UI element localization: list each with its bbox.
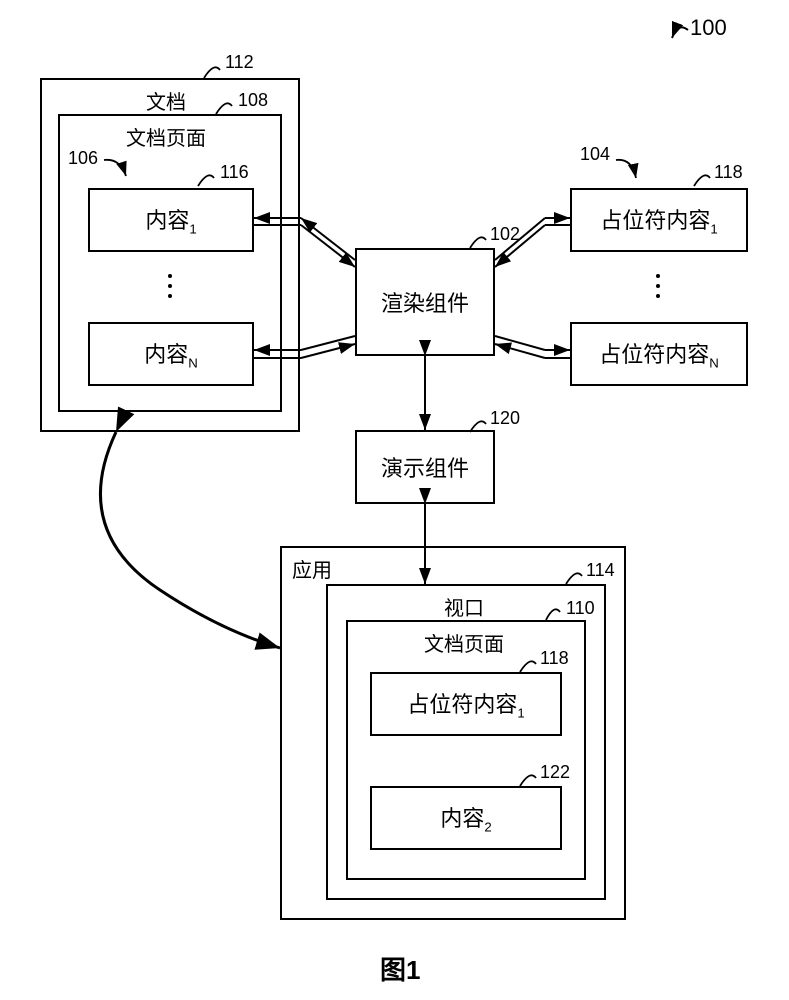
ref-116: 116 [220, 162, 249, 183]
view-placeholder-box: 占位符内容1 [370, 672, 562, 736]
vdots-placeholder [656, 274, 660, 298]
ref-110: 110 [566, 598, 595, 619]
ref-122: 122 [540, 762, 570, 783]
document-page-view-label: 文档页面 [424, 628, 504, 657]
placeholder-1-box: 占位符内容1 [570, 188, 748, 252]
content-1-box: 内容1 [88, 188, 254, 252]
placeholder-n-label: 占位符内容N [599, 337, 719, 370]
document-page-top-label: 文档页面 [126, 122, 206, 151]
ref-106: 106 [68, 148, 98, 169]
figure-ref-100: 100 [690, 15, 727, 41]
ref-108: 108 [238, 90, 268, 111]
application-label: 应用 [292, 554, 332, 583]
view-content-label: 内容2 [440, 801, 491, 834]
content-n-box: 内容N [88, 322, 254, 386]
present-component-label: 演示组件 [381, 451, 469, 483]
ref-102: 102 [490, 224, 520, 245]
view-placeholder-label: 占位符内容1 [407, 687, 524, 720]
vdots-content [168, 274, 172, 298]
figure-ref-100-text: 100 [690, 15, 727, 40]
document-label: 文档 [146, 86, 186, 115]
placeholder-n-box: 占位符内容N [570, 322, 748, 386]
render-component-box: 渲染组件 [355, 248, 495, 356]
ref-104: 104 [580, 144, 610, 165]
placeholder-1-label: 占位符内容1 [600, 203, 717, 236]
content-1-label: 内容1 [145, 203, 196, 236]
render-component-label: 渲染组件 [381, 286, 469, 318]
viewport-label: 视口 [444, 592, 484, 621]
present-component-box: 演示组件 [355, 430, 495, 504]
ref-118-top: 118 [714, 162, 743, 183]
ref-120: 120 [490, 408, 520, 429]
figure-label: 图1 [380, 950, 420, 987]
view-content-box: 内容2 [370, 786, 562, 850]
content-n-label: 内容N [144, 337, 198, 370]
ref-114: 114 [586, 560, 615, 581]
ref-118-view: 118 [540, 648, 569, 669]
ref-112: 112 [225, 52, 254, 73]
